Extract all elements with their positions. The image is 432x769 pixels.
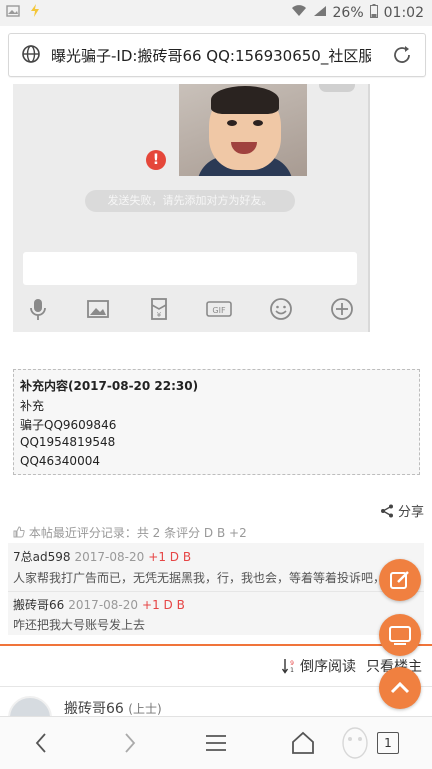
child-photo — [179, 84, 307, 176]
forward-icon[interactable] — [115, 729, 143, 757]
share-label: 分享 — [397, 505, 424, 520]
thumbs-up-icon — [13, 526, 25, 538]
rating-score: +1 D B — [142, 598, 185, 612]
image-icon — [87, 300, 109, 318]
rating-divider — [8, 591, 424, 592]
send-fail-notice: 发送失败，请先添加对方为好友。 — [85, 190, 295, 212]
reload-icon[interactable] — [391, 44, 413, 66]
rating-summary-text: 本帖最近评分记录：共 2 条评分 D B +2 — [28, 526, 247, 540]
scroll-top-button[interactable] — [379, 667, 421, 709]
page-content: ! 发送失败，请先添加对方为好友。 ¥ GIF 补充内容(2017-08-20 … — [0, 84, 432, 716]
page-title[interactable]: 曝光骗子-ID:搬砖哥66 QQ:156930650_社区服务_猴... — [51, 45, 371, 66]
supplement-box: 补充内容(2017-08-20 22:30) 补充 骗子QQ9609846 QQ… — [13, 369, 420, 475]
chat-screenshot-image: ! 发送失败，请先添加对方为好友。 ¥ GIF — [13, 84, 370, 332]
address-bar[interactable]: 曝光骗子-ID:搬砖哥66 QQ:156930650_社区服务_猴... — [8, 33, 426, 77]
browser-bottom-nav: 1 — [0, 716, 432, 769]
home-icon[interactable] — [289, 729, 317, 757]
tabs-button[interactable]: 1 — [377, 732, 399, 754]
supplement-line: QQ46340004 — [20, 454, 100, 468]
rater-name[interactable]: 搬砖哥66 — [13, 598, 64, 612]
mic-icon — [30, 299, 46, 320]
menu-icon[interactable] — [202, 729, 230, 757]
share-icon — [380, 504, 393, 517]
avatar[interactable] — [8, 696, 52, 716]
back-icon[interactable] — [28, 729, 56, 757]
rating-date: 2017-08-20 — [68, 598, 139, 612]
sort-icon: 91 — [282, 659, 294, 674]
rating-entry-header: 7总ad598 2017-08-20 +1 D B — [13, 548, 191, 565]
chat-input-box — [23, 252, 357, 285]
status-left-icons — [6, 4, 40, 21]
bolt-icon — [30, 4, 40, 21]
reverse-order-button[interactable]: 91 倒序阅读 — [282, 656, 356, 676]
scroll-top-icon — [390, 681, 410, 694]
supplement-heading: 补充内容(2017-08-20 22:30) — [20, 379, 199, 393]
battery-percent: 26% — [332, 5, 364, 21]
rating-comment: 咋还把我大号账号发上去 — [13, 618, 146, 632]
comment-icon — [389, 626, 411, 645]
rater-name[interactable]: 7总ad598 — [13, 550, 71, 564]
gif-icon: GIF — [206, 301, 232, 317]
reading-options-bar: 91 倒序阅读 只看楼主 — [0, 646, 432, 687]
svg-text:1: 1 — [290, 667, 294, 674]
next-post-header: 搬砖哥66 (上士) — [0, 688, 432, 716]
supplement-line: QQ1954819548 — [20, 435, 116, 449]
emoji-icon — [270, 298, 292, 320]
battery-icon — [369, 4, 378, 22]
reply-button[interactable] — [379, 614, 421, 656]
status-bar: 26% 01:02 — [0, 0, 432, 26]
send-error-icon: ! — [146, 150, 166, 170]
rating-entry-header: 搬砖哥66 2017-08-20 +1 D B — [13, 596, 185, 613]
compose-button[interactable] — [379, 559, 421, 601]
svg-text:GIF: GIF — [212, 306, 226, 315]
poster-level: (上士) — [128, 702, 162, 716]
supplement-line: 补充 — [20, 399, 45, 413]
svg-text:¥: ¥ — [157, 311, 162, 319]
svg-text:9: 9 — [290, 660, 294, 667]
rating-list: 7总ad598 2017-08-20 +1 D B 人家帮我打广告而已，无凭无据黑我… — [8, 543, 424, 635]
status-right-icons: 26% 01:02 — [291, 4, 424, 22]
rating-summary: 本帖最近评分记录：共 2 条评分 D B +2 — [13, 524, 247, 541]
top-avatar-fragment — [319, 84, 355, 92]
globe-icon — [22, 45, 40, 63]
red-packet-icon: ¥ — [151, 298, 167, 320]
plus-icon — [331, 298, 353, 320]
signal-icon — [313, 5, 327, 21]
wifi-icon — [291, 5, 307, 21]
reverse-order-label: 倒序阅读 — [300, 659, 356, 675]
poster-name[interactable]: 搬砖哥66 — [64, 701, 124, 716]
edit-icon — [390, 571, 409, 589]
rating-date: 2017-08-20 — [74, 550, 145, 564]
poster-name-line: 搬砖哥66 (上士) — [64, 698, 162, 716]
rating-score: +1 D B — [148, 550, 192, 564]
mascot-watermark-icon — [342, 727, 368, 759]
photo-icon — [6, 5, 24, 21]
share-button[interactable]: 分享 — [380, 501, 424, 520]
rating-comment: 人家帮我打广告而已，无凭无据黑我，行，我也会，等着等着投诉吧， — [13, 571, 386, 585]
chat-toolbar: ¥ GIF — [13, 294, 368, 324]
clock: 01:02 — [383, 5, 424, 21]
supplement-line: 骗子QQ9609846 — [20, 418, 117, 432]
